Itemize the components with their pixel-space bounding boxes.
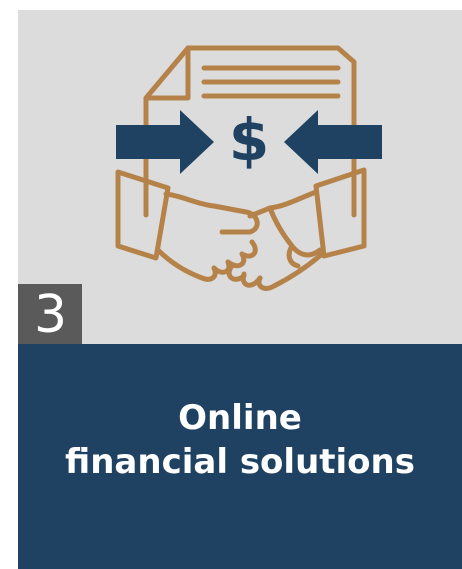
card-title-line-2: financial solutions xyxy=(65,442,415,482)
illustration-panel: $ 3 xyxy=(18,10,462,345)
card-title-line-1: Online xyxy=(178,398,302,438)
arrow-right-icon xyxy=(116,110,214,174)
handshake-contract-dollar-icon: $ xyxy=(18,10,462,344)
title-panel: Online financial solutions xyxy=(18,344,462,569)
right-cuff xyxy=(313,167,367,259)
arrow-left-icon xyxy=(284,110,382,174)
dollar-icon: $ xyxy=(229,106,269,174)
step-number-badge: 3 xyxy=(18,284,82,345)
left-cuff xyxy=(115,169,171,261)
handshake-icon xyxy=(115,167,367,291)
service-card: $ 3 Online financial solutions xyxy=(18,10,462,569)
